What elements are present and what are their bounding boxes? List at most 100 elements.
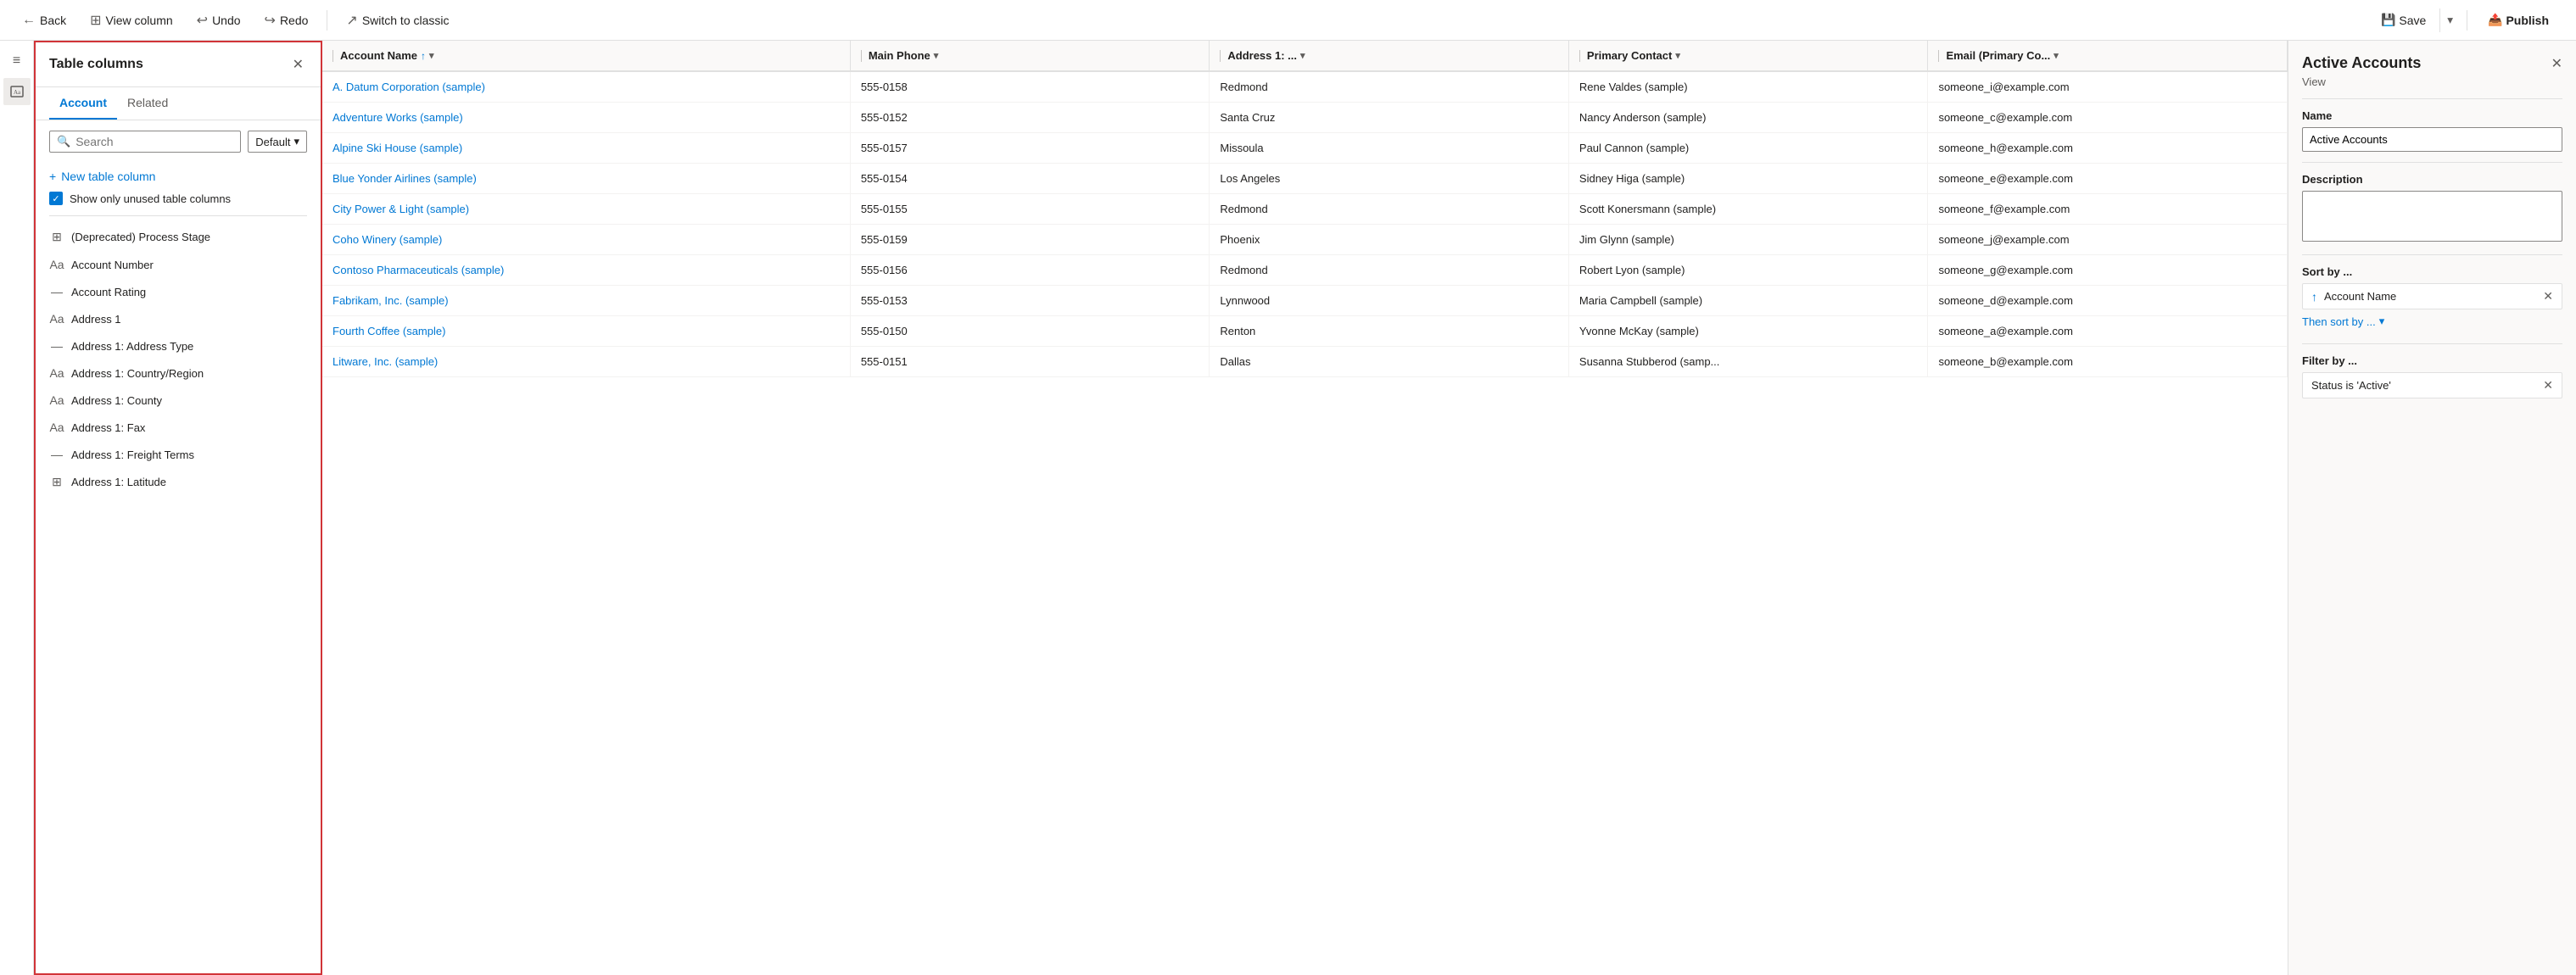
col-name: Address 1 [71,313,121,326]
list-item[interactable]: — Address 1: Freight Terms [36,441,321,468]
publish-button[interactable]: 📤 Publish [2474,8,2562,32]
col-name: (Deprecated) Process Stage [71,231,210,243]
redo-button[interactable]: ↪ Redo [256,7,317,34]
grid-column-header[interactable]: Primary Contact▾ [1569,41,1929,70]
grid-cell: Redmond [1210,194,1569,224]
default-dropdown[interactable]: Default ▾ [248,131,307,153]
grid-cell: someone_f@example.com [1928,194,2288,224]
col-separator [332,50,333,62]
undo-button[interactable]: ↩ Undo [188,7,249,34]
col-separator [1938,50,1939,62]
list-item[interactable]: Aa Address 1: County [36,387,321,414]
props-title: Active Accounts [2302,54,2421,72]
show-unused-checkbox[interactable] [49,192,63,205]
rail-hamburger-icon[interactable]: ≡ [3,47,31,75]
account-name-cell[interactable]: Adventure Works (sample) [322,103,851,132]
list-item[interactable]: Aa Address 1 [36,305,321,332]
rail-image-icon[interactable]: Aa [3,78,31,105]
table-row: Contoso Pharmaceuticals (sample)555-0156… [322,255,2288,286]
sort-remove-button[interactable]: ✕ [2543,289,2553,304]
account-name-cell[interactable]: Litware, Inc. (sample) [322,347,851,376]
new-column-button[interactable]: + New table column [49,166,307,187]
save-button[interactable]: 💾 Save [2371,8,2436,32]
search-icon: 🔍 [57,135,70,148]
table-row: Adventure Works (sample)555-0152Santa Cr… [322,103,2288,133]
grid-column-header[interactable]: Email (Primary Co...▾ [1928,41,2288,70]
table-row: City Power & Light (sample)555-0155Redmo… [322,194,2288,225]
switch-to-classic-button[interactable]: ↗ Switch to classic [338,7,457,34]
toolbar-right: 💾 Save ▾ 📤 Publish [2371,8,2562,32]
view-column-button[interactable]: ⊞ View column [81,7,182,34]
account-name-cell[interactable]: Blue Yonder Airlines (sample) [322,164,851,193]
grid-column-header[interactable]: Address 1: ...▾ [1210,41,1569,70]
grid-cell: 555-0151 [851,347,1210,376]
table-columns-panel: Table columns ✕ Account Related 🔍 Defaul… [34,41,322,975]
sort-field-label: Account Name [2324,290,2536,303]
redo-label: Redo [280,14,308,27]
then-sort-button[interactable]: Then sort by ... ▾ [2302,309,2384,333]
col-header-label: Address 1: ... [1227,49,1297,62]
list-item[interactable]: — Address 1: Address Type [36,332,321,359]
account-name-cell[interactable]: Coho Winery (sample) [322,225,851,254]
properties-panel: Active Accounts ✕ View Name Description … [2288,41,2576,975]
grid-column-header[interactable]: Account Name↑▾ [322,41,851,70]
col-type-icon: Aa [49,421,64,434]
filter-value-label: Status is 'Active' [2311,379,2536,392]
list-item[interactable]: ⊞ Address 1: Latitude [36,468,321,496]
save-label: Save [2399,14,2426,27]
account-name-cell[interactable]: Contoso Pharmaceuticals (sample) [322,255,851,285]
grid-cell: Susanna Stubberod (samp... [1569,347,1929,376]
col-name: Address 1: Freight Terms [71,448,194,461]
switch-icon: ↗ [346,12,357,29]
list-item[interactable]: Aa Address 1: Country/Region [36,359,321,387]
account-name-cell[interactable]: Fabrikam, Inc. (sample) [322,286,851,315]
grid-cell: someone_j@example.com [1928,225,2288,254]
back-label: Back [40,14,66,27]
grid-cell: 555-0157 [851,133,1210,163]
search-input[interactable] [75,135,233,148]
panel-close-button[interactable]: ✕ [289,53,307,76]
list-item[interactable]: Aa Address 1: Fax [36,414,321,441]
props-description-input[interactable] [2302,191,2562,242]
account-name-cell[interactable]: Alpine Ski House (sample) [322,133,851,163]
grid-cell: Robert Lyon (sample) [1569,255,1929,285]
col-filter-icon[interactable]: ▾ [429,50,434,61]
grid-column-header[interactable]: Main Phone▾ [851,41,1210,70]
grid-cell: Sidney Higa (sample) [1569,164,1929,193]
col-name: Address 1: Country/Region [71,367,204,380]
account-name-cell[interactable]: City Power & Light (sample) [322,194,851,224]
list-item[interactable]: ⊞ (Deprecated) Process Stage [36,223,321,251]
panel-header: Table columns ✕ [36,42,321,87]
column-list: ⊞ (Deprecated) Process Stage Aa Account … [36,220,321,973]
save-dropdown-button[interactable]: ▾ [2439,8,2460,32]
view-column-label: View column [106,14,173,27]
col-filter-icon[interactable]: ▾ [1675,50,1680,61]
list-item[interactable]: Aa Account Number [36,251,321,278]
col-filter-icon[interactable]: ▾ [2054,50,2059,61]
col-separator [1579,50,1580,62]
account-name-cell[interactable]: Fourth Coffee (sample) [322,316,851,346]
col-filter-icon[interactable]: ▾ [1300,50,1305,61]
col-filter-icon[interactable]: ▾ [934,50,939,61]
tab-related[interactable]: Related [117,87,178,120]
grid-cell: 555-0159 [851,225,1210,254]
props-close-button[interactable]: ✕ [2551,55,2562,72]
props-name-input[interactable] [2302,127,2562,152]
col-type-icon: — [49,448,64,461]
toolbar: ← Back ⊞ View column ↩ Undo ↪ Redo ↗ Swi… [0,0,2576,41]
show-unused-row: Show only unused table columns [49,192,307,205]
col-sort-icon[interactable]: ↑ [421,50,426,62]
table-row: Coho Winery (sample)555-0159PhoenixJim G… [322,225,2288,255]
account-name-cell[interactable]: A. Datum Corporation (sample) [322,72,851,102]
col-type-icon: Aa [49,366,64,380]
sort-item: ↑ Account Name ✕ [2302,283,2562,309]
back-button[interactable]: ← Back [14,8,75,33]
tab-account[interactable]: Account [49,87,117,120]
props-filter-label: Filter by ... [2302,354,2562,367]
grid-cell: Missoula [1210,133,1569,163]
filter-remove-button[interactable]: ✕ [2543,378,2553,393]
table-row: Blue Yonder Airlines (sample)555-0154Los… [322,164,2288,194]
list-item[interactable]: — Account Rating [36,278,321,305]
col-separator [861,50,862,62]
col-name: Account Number [71,259,154,271]
